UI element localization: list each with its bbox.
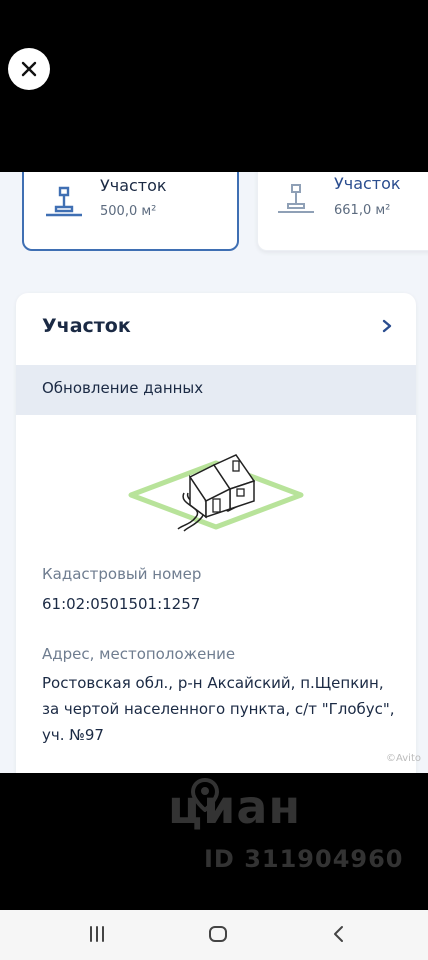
home-icon[interactable] xyxy=(208,924,228,944)
plot-details-card: Участок Обновление данных Кадастровый но… xyxy=(16,293,416,773)
address-line-1: Ростовская обл., р-н Аксайский, п.Щепкин… xyxy=(42,674,384,692)
plot-area: 500,0 м² xyxy=(100,204,157,219)
android-nav-bar xyxy=(0,910,428,960)
plot-card[interactable]: Участок 661,0 м² xyxy=(257,172,428,251)
cian-watermark: циан xyxy=(168,780,302,834)
listing-id-watermark: ID 311904960 xyxy=(204,845,404,873)
plot-area: 661,0 м² xyxy=(334,203,391,218)
avito-watermark: ©Avito xyxy=(386,753,421,764)
chevron-right-icon[interactable] xyxy=(382,319,392,333)
plot-title: Участок xyxy=(100,176,167,195)
house-plot-illustration xyxy=(128,454,304,532)
plot-title: Участок xyxy=(334,174,401,193)
address-line-3: уч. №97 xyxy=(42,726,104,744)
address-label: Адрес, местоположение xyxy=(42,645,236,663)
close-button[interactable] xyxy=(8,48,50,90)
section-title: Участок xyxy=(42,315,131,337)
plot-icon xyxy=(278,184,314,213)
app-content: Участок 500,0 м² Участок 661,0 м² Участо… xyxy=(0,172,428,773)
cadastral-label: Кадастровый номер xyxy=(42,565,202,583)
update-banner: Обновление данных xyxy=(16,365,416,415)
address-line-2: за чертой населенного пункта, с/т "Глобу… xyxy=(42,700,395,718)
cadastral-value: 61:02:0501501:1257 xyxy=(42,595,201,613)
update-label: Обновление данных xyxy=(42,379,204,397)
plot-card-selected[interactable]: Участок 500,0 м² xyxy=(22,172,239,251)
back-icon[interactable] xyxy=(332,924,346,944)
recents-icon[interactable] xyxy=(88,924,106,944)
top-overlay xyxy=(0,0,428,172)
close-icon xyxy=(21,61,37,77)
plot-icon xyxy=(46,186,82,217)
